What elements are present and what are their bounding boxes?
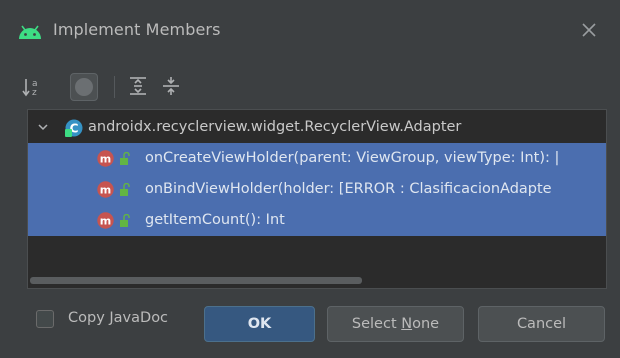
dialog-footer: Copy JavaDoc OK Select None Cancel [0,298,620,358]
mnemonic-letter: N [401,316,413,332]
svg-text:m: m [100,215,111,228]
svg-text:m: m [100,184,111,197]
method-icon: m [97,150,114,167]
method-icon: m [97,181,114,198]
lock-open-icon [120,183,130,196]
dialog-title-bar: Implement Members [0,0,620,60]
horizontal-scrollbar[interactable] [28,274,606,284]
tree-member-row[interactable]: m onCreateViewHolder(parent: ViewGroup, … [28,143,606,174]
expand-all-icon[interactable] [127,75,149,97]
tree-member-row[interactable]: m onBindViewHolder(holder: [ERROR : Clas… [28,174,606,205]
tree-root-row[interactable]: C androidx.recyclerview.widget.RecyclerV… [28,112,606,143]
android-icon [19,25,41,39]
cancel-button[interactable]: Cancel [478,306,605,342]
class-icon: C [65,119,83,137]
collapse-all-icon[interactable] [160,75,182,97]
toolbar-separator [114,76,115,98]
toggle-dot [75,78,93,96]
ok-button[interactable]: OK [204,306,315,342]
svg-text:z: z [32,88,37,98]
dialog-title: Implement Members [53,20,221,39]
label-text: Copy [68,310,110,326]
toolbar: a z [0,68,620,104]
copy-javadoc-label: Copy JavaDoc [68,310,168,326]
method-icon: m [97,212,114,229]
label-text: avaDoc [113,310,169,326]
members-tree[interactable]: C androidx.recyclerview.widget.RecyclerV… [27,109,607,289]
show-fields-toggle-icon[interactable] [70,73,98,101]
svg-text:m: m [100,153,111,166]
member-label: onBindViewHolder(holder: [ERROR : Clasif… [145,181,552,197]
label-text: Select [351,316,402,332]
close-icon[interactable] [578,19,600,41]
member-label: onCreateViewHolder(parent: ViewGroup, vi… [145,150,560,166]
label-text: one [412,316,440,332]
checkbox-box[interactable] [36,310,54,328]
tree-member-row[interactable]: m getItemCount(): Int [28,205,606,236]
select-none-button[interactable]: Select None [327,306,464,342]
scrollbar-thumb[interactable] [30,277,362,284]
tree-root-label: androidx.recyclerview.widget.RecyclerVie… [88,119,462,135]
chevron-down-icon[interactable] [37,121,49,133]
sort-alphabetically-icon[interactable]: a z [21,76,43,98]
lock-open-icon [120,214,130,227]
lock-open-icon [120,152,130,165]
member-label: getItemCount(): Int [145,212,285,228]
